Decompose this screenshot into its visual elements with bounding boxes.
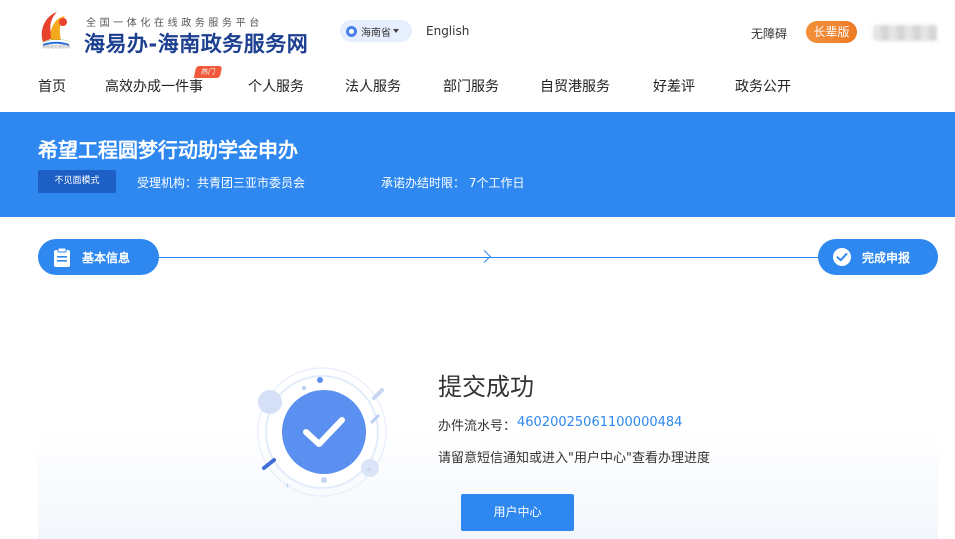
nav-item-review[interactable]: 好差评	[653, 76, 695, 96]
mode-tag: 不见面模式	[38, 170, 116, 193]
serial-number-label: 办件流水号：	[438, 419, 517, 434]
logo-small-text: 海南政务服务网	[42, 44, 70, 49]
location-icon	[346, 25, 357, 37]
nav-item-personal[interactable]: 个人服务	[248, 76, 304, 96]
nav-item-corporate[interactable]: 法人服务	[345, 76, 401, 96]
handling-agency: 受理机构：共青团三亚市委员会	[137, 176, 306, 190]
elder-mode-button[interactable]: 长辈版	[806, 21, 857, 43]
check-circle-icon	[832, 247, 852, 267]
site-header: 海南政务服务网 全国一体化在线政务服务平台 海易办-海南政务服务网 海南省 En…	[0, 0, 955, 112]
chevron-right-icon	[478, 250, 491, 263]
nav-item-department[interactable]: 部门服务	[443, 76, 499, 96]
hot-badge: 热门	[193, 66, 223, 78]
svg-text:+: +	[284, 481, 291, 490]
nav-item-one-thing[interactable]: 高效办成一件事	[105, 76, 203, 96]
nav-item-public[interactable]: 政务公开	[735, 76, 791, 96]
english-link[interactable]: English	[426, 24, 469, 38]
nav-item-home[interactable]: 首页	[38, 76, 66, 96]
serial-number-value: 46020025061100000484	[517, 415, 683, 430]
site-title[interactable]: 海易办-海南政务服务网	[84, 28, 308, 58]
progress-tip: 请留意短信通知或进入"用户中心"查看办理进度	[438, 451, 710, 466]
step-basic-info: 基本信息	[38, 239, 159, 275]
step-label: 基本信息	[82, 250, 131, 265]
nav-item-ftp[interactable]: 自贸港服务	[540, 76, 610, 96]
region-selector[interactable]: 海南省	[340, 20, 412, 42]
success-illustration-icon: + +	[252, 362, 392, 502]
service-banner: 希望工程圆梦行动助学金申办 不见面模式 受理机构：共青团三亚市委员会 承诺办结时…	[0, 112, 955, 217]
accessibility-link[interactable]: 无障碍	[751, 25, 787, 42]
result-title: 提交成功	[438, 373, 534, 401]
service-title: 希望工程圆梦行动助学金申办	[38, 138, 298, 162]
region-label: 海南省	[361, 27, 391, 39]
step-label: 完成申报	[862, 250, 911, 265]
step-complete: 完成申报	[818, 239, 938, 275]
chevron-down-icon	[393, 29, 399, 33]
main-nav: 首页 高效办成一件事 个人服务 法人服务 部门服务 自贸港服务 好差评 政务公开	[0, 70, 955, 102]
promised-deadline: 承诺办结时限： 7个工作日	[381, 176, 525, 190]
clipboard-icon	[52, 247, 72, 267]
svg-text:+: +	[366, 465, 373, 474]
platform-tagline: 全国一体化在线政务服务平台	[86, 18, 263, 29]
user-center-button[interactable]: 用户中心	[461, 494, 574, 531]
user-account-blurred[interactable]	[873, 25, 937, 41]
